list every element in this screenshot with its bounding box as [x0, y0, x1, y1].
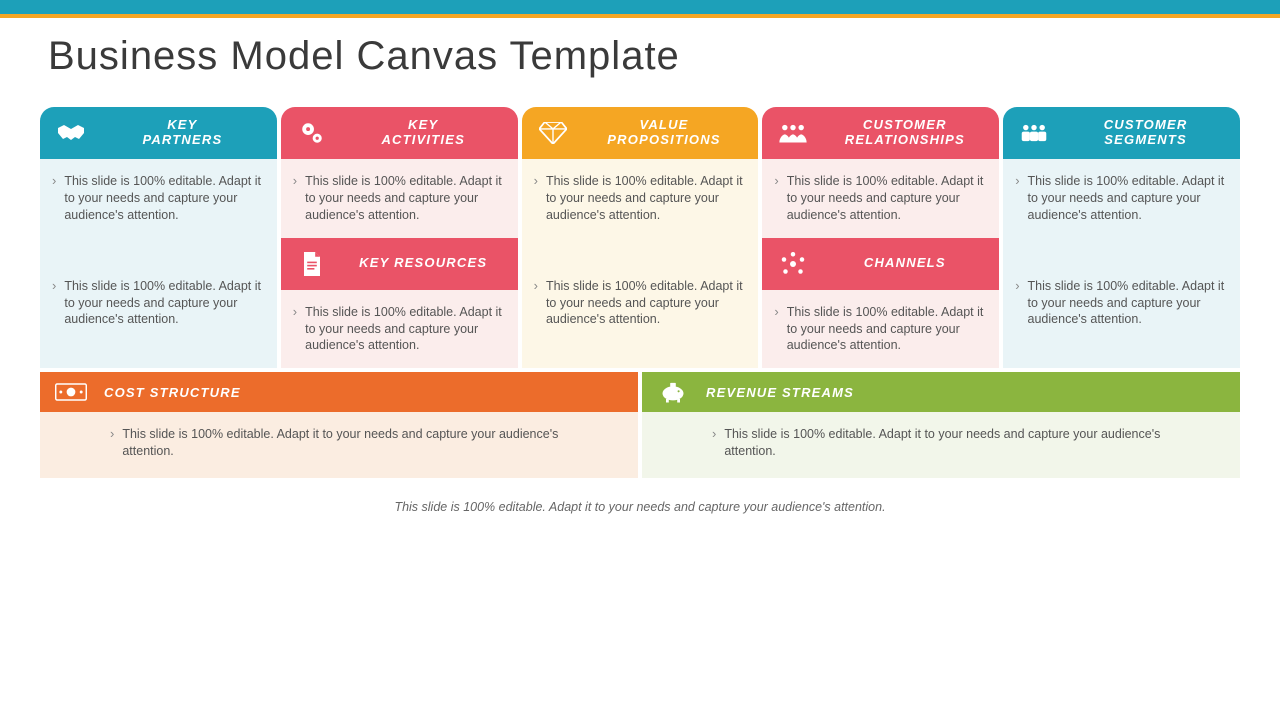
gears-icon	[295, 120, 329, 146]
customer-segments-body-2: This slide is 100% editable. Adapt it to…	[1003, 264, 1240, 369]
channels-header: CHANNELS	[762, 238, 999, 290]
placeholder-text: This slide is 100% editable. Adapt it to…	[122, 426, 598, 460]
revenue-streams-header: REVENUE STREAMS	[642, 372, 1240, 412]
customer-segments-header: CUSTOMERSEGMENTS	[1003, 107, 1240, 159]
revenue-streams-body: This slide is 100% editable. Adapt it to…	[642, 412, 1240, 478]
footer-note: This slide is 100% editable. Adapt it to…	[0, 500, 1280, 514]
placeholder-text: This slide is 100% editable. Adapt it to…	[64, 173, 264, 224]
revenue-streams-label: REVENUE STREAMS	[706, 385, 854, 400]
placeholder-text: This slide is 100% editable. Adapt it to…	[787, 173, 987, 224]
placeholder-text: This slide is 100% editable. Adapt it to…	[546, 173, 746, 224]
key-resources-label: KEY RESOURCES	[339, 256, 508, 271]
key-partners-body-2: This slide is 100% editable. Adapt it to…	[40, 264, 277, 369]
cost-structure-body: This slide is 100% editable. Adapt it to…	[40, 412, 638, 478]
value-propositions-label: VALUEPROPOSITIONS	[580, 118, 749, 148]
people-group-icon	[1017, 122, 1051, 144]
key-activities-header: KEYACTIVITIES	[281, 107, 518, 159]
document-icon	[295, 252, 329, 276]
cost-structure-label: COST STRUCTURE	[104, 385, 241, 400]
key-partners-label: KEYPARTNERS	[98, 118, 267, 148]
placeholder-text: This slide is 100% editable. Adapt it to…	[305, 173, 505, 224]
placeholder-text: This slide is 100% editable. Adapt it to…	[787, 304, 987, 355]
value-propositions-body-1: This slide is 100% editable. Adapt it to…	[522, 159, 759, 264]
key-partners-body-1: This slide is 100% editable. Adapt it to…	[40, 159, 277, 264]
customer-relationships-header: CUSTOMERRELATIONSHIPS	[762, 107, 999, 159]
piggy-bank-icon	[656, 381, 690, 403]
revenue-streams-column: REVENUE STREAMS This slide is 100% edita…	[642, 372, 1240, 478]
key-partners-header: KEYPARTNERS	[40, 107, 277, 159]
placeholder-text: This slide is 100% editable. Adapt it to…	[305, 304, 505, 355]
canvas-grid: KEYPARTNERS This slide is 100% editable.…	[40, 107, 1240, 478]
customer-segments-body-1: This slide is 100% editable. Adapt it to…	[1003, 159, 1240, 264]
value-propositions-header: VALUEPROPOSITIONS	[522, 107, 759, 159]
key-resources-body: This slide is 100% editable. Adapt it to…	[281, 290, 518, 369]
key-partners-column: KEYPARTNERS This slide is 100% editable.…	[40, 107, 277, 368]
people-team-icon	[776, 122, 810, 144]
customer-relationships-label: CUSTOMERRELATIONSHIPS	[820, 118, 989, 148]
money-icon	[54, 382, 88, 402]
relationships-channels-column: CUSTOMERRELATIONSHIPS This slide is 100%…	[762, 107, 999, 368]
cost-structure-header: COST STRUCTURE	[40, 372, 638, 412]
decorative-bar-teal	[0, 0, 1280, 14]
placeholder-text: This slide is 100% editable. Adapt it to…	[546, 278, 746, 329]
slide-title: Business Model Canvas Template	[0, 18, 1280, 107]
value-propositions-column: VALUEPROPOSITIONS This slide is 100% edi…	[522, 107, 759, 368]
key-activities-label: KEYACTIVITIES	[339, 118, 508, 148]
diamond-icon	[536, 122, 570, 144]
key-resources-header: KEY RESOURCES	[281, 238, 518, 290]
activities-resources-column: KEYACTIVITIES This slide is 100% editabl…	[281, 107, 518, 368]
value-propositions-body-2: This slide is 100% editable. Adapt it to…	[522, 264, 759, 369]
placeholder-text: This slide is 100% editable. Adapt it to…	[1028, 278, 1228, 329]
placeholder-text: This slide is 100% editable. Adapt it to…	[64, 278, 264, 329]
handshake-icon	[54, 122, 88, 144]
channels-body: This slide is 100% editable. Adapt it to…	[762, 290, 999, 369]
cost-structure-column: COST STRUCTURE This slide is 100% editab…	[40, 372, 638, 478]
placeholder-text: This slide is 100% editable. Adapt it to…	[1028, 173, 1228, 224]
key-activities-body: This slide is 100% editable. Adapt it to…	[281, 159, 518, 238]
customer-segments-column: CUSTOMERSEGMENTS This slide is 100% edit…	[1003, 107, 1240, 368]
customer-relationships-body: This slide is 100% editable. Adapt it to…	[762, 159, 999, 238]
network-icon	[776, 252, 810, 276]
placeholder-text: This slide is 100% editable. Adapt it to…	[724, 426, 1200, 460]
channels-label: CHANNELS	[820, 256, 989, 271]
customer-segments-label: CUSTOMERSEGMENTS	[1061, 118, 1230, 148]
